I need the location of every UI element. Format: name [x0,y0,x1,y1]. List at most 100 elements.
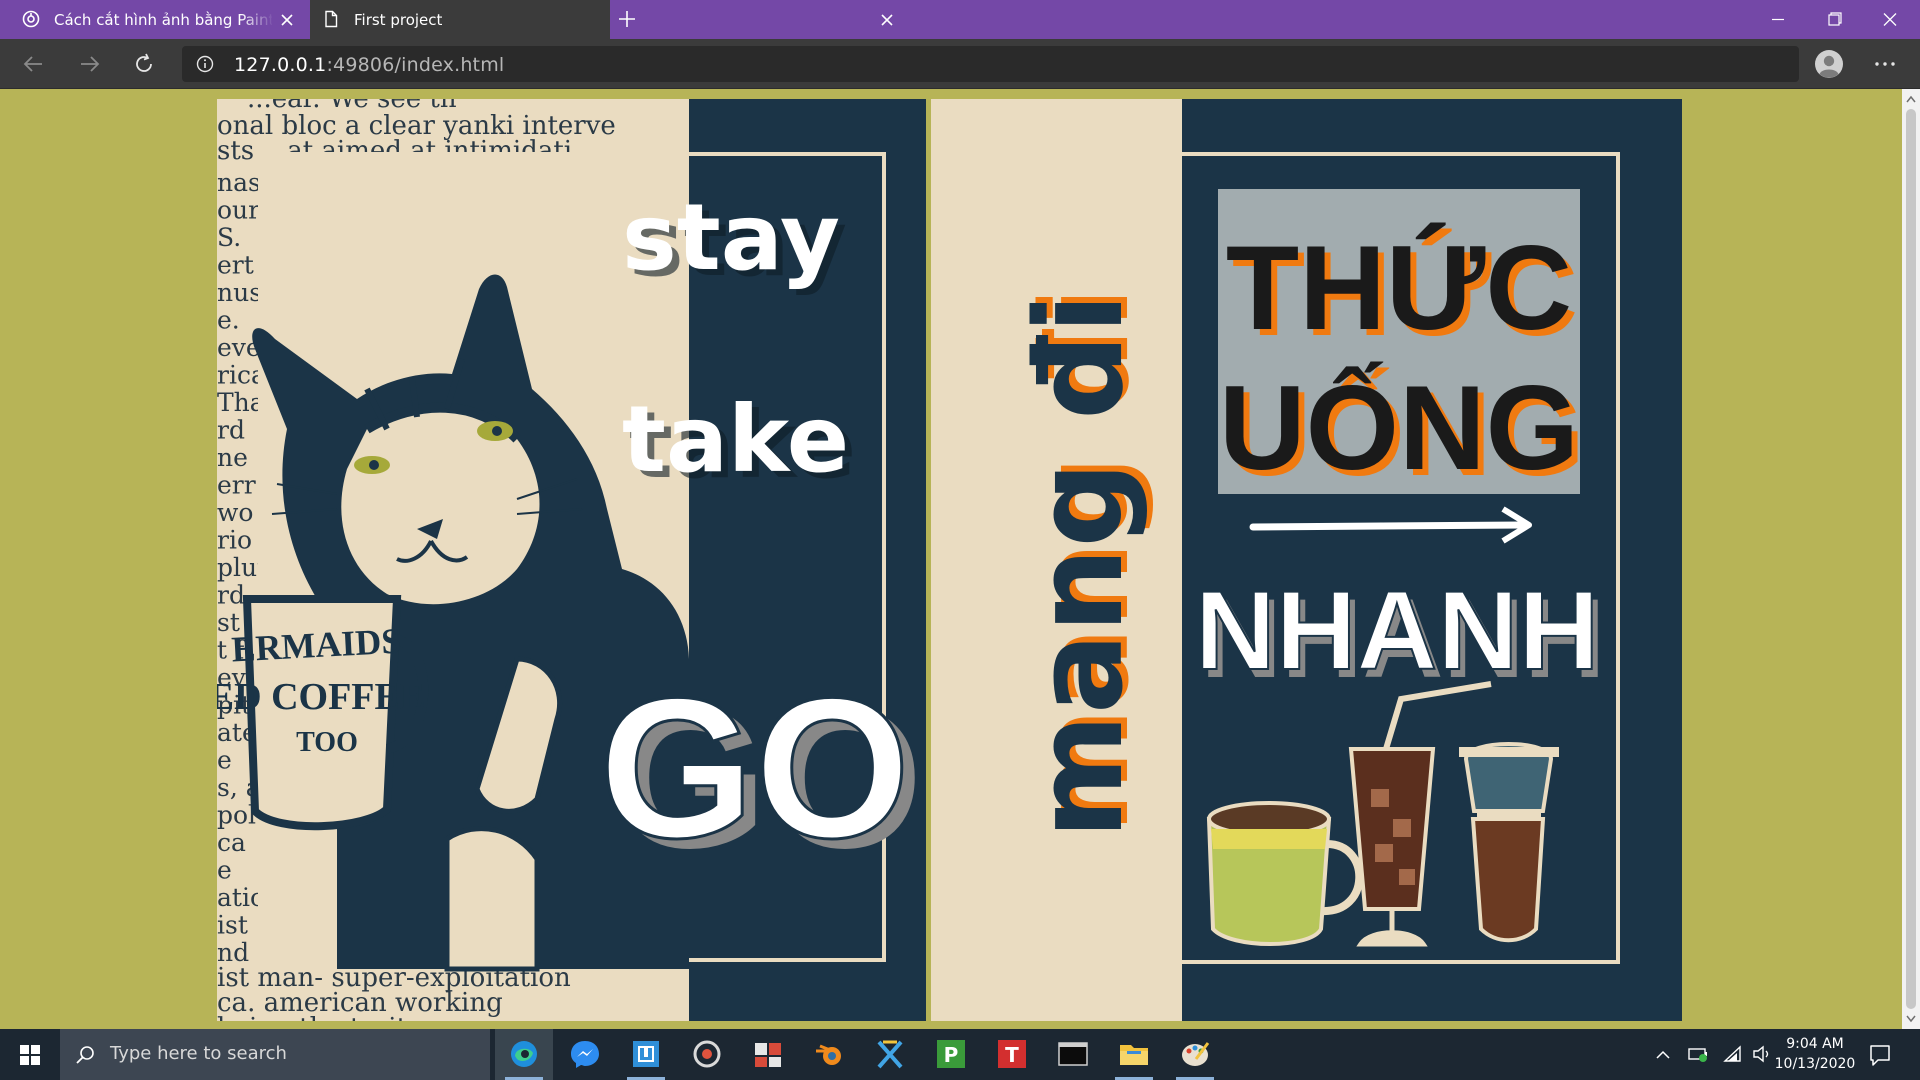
scrollbar-thumb[interactable] [1906,109,1916,1009]
tab-title: First project [354,10,443,29]
word-go: GO [599,657,910,880]
cross-app-icon [877,1040,903,1069]
svg-text:P: P [944,1043,959,1067]
messenger-icon [571,1041,599,1068]
terminal-icon [1058,1042,1088,1066]
newspaper-fragment: ert [217,251,254,280]
vertical-scrollbar[interactable] [1902,89,1920,1029]
window-close-icon[interactable] [1862,0,1918,39]
taskbar-app-messenger[interactable] [556,1029,614,1080]
taskbar-app-paint[interactable] [1166,1029,1224,1080]
browser-toolbar: 127.0.0.1:49806/index.html [0,39,1920,89]
url-host: 127.0.0.1 [234,54,327,76]
windows-taskbar: Type here to search P T 9:04 AM 10/13/20… [0,1029,1920,1080]
app-box-icon [633,1041,659,1067]
taskbar-search[interactable]: Type here to search [60,1029,490,1080]
newspaper-fragment: ist [217,911,248,940]
blender-icon [816,1044,841,1065]
close-tab-icon[interactable] [276,9,298,31]
new-tab-icon[interactable] [615,7,639,31]
media-disc-icon [693,1040,721,1068]
taskbar-app-edge[interactable] [495,1029,553,1080]
scroll-down-icon[interactable] [1906,1015,1916,1023]
taskbar-app-cross[interactable] [861,1029,919,1080]
newspaper-bottom-line: being the trait [217,1013,408,1021]
word-take: take [622,386,849,493]
taskbar-app-terminal[interactable] [1044,1029,1102,1080]
info-icon[interactable] [196,55,214,73]
subline-nhanh: NHANH [1195,568,1599,693]
poster-thuc-uong: mang đi mang đi THỨC THỨC UỐNG UỐNG NHAN… [931,99,1682,1021]
taskbar-app-office-tools[interactable] [739,1029,797,1080]
page-viewport: ...ear. We see th onal bloc a clear yank… [0,89,1920,1029]
back-arrow-icon[interactable] [21,51,47,77]
notification-center-icon[interactable] [1866,1041,1894,1069]
newspaper-fragment: e. [217,306,240,335]
clock-time: 9:04 AM [1786,1036,1844,1052]
file-explorer-icon [1120,1045,1148,1065]
headline-uong: UỐNG [1219,361,1579,495]
taskbar-app-box[interactable] [617,1029,675,1080]
tab-bar: Cách cắt hình ảnh bằng Paint - Cả First … [0,0,1920,39]
taskbar-app-blender[interactable] [800,1029,858,1080]
svg-text:T: T [1005,1043,1019,1067]
newspaper-fragment: rd [217,416,245,445]
tab-title-fade [240,8,274,32]
minimize-icon[interactable] [1750,0,1806,39]
taskbar-app-file-explorer[interactable] [1105,1029,1163,1080]
battery-icon[interactable] [1685,1043,1711,1065]
newspaper-fragment: S. [217,223,241,252]
newspaper-fragment: nus [217,278,262,307]
taskbar-app-media[interactable] [678,1029,736,1080]
newspaper-fragment: nas [217,168,261,197]
vertical-text-mang-di: mang đi [1011,293,1150,839]
close-tab-icon[interactable] [876,9,898,31]
mug-text: ED COFFEE [217,676,425,718]
headline: THỨC THỨC UỐNG UỐNG [1219,221,1585,501]
headline-thuc: THỨC [1226,221,1572,355]
newspaper-fragment: e [217,746,232,775]
mug-text: TOO [296,727,358,758]
newspaper-fragment: ca [217,828,246,857]
office-tools-icon [755,1043,781,1067]
newspaper-fragment: Tha [217,388,265,417]
wifi-icon[interactable] [1720,1043,1746,1065]
newspaper-fragment: e [217,856,232,885]
restore-icon[interactable] [1806,0,1862,39]
search-icon [76,1046,94,1064]
paint-icon [1182,1042,1210,1066]
taskbar-app-project[interactable]: P [922,1029,980,1080]
url-path: :49806/index.html [326,54,505,76]
search-placeholder: Type here to search [110,1043,287,1064]
system-clock[interactable]: 9:04 AM 10/13/2020 [1765,1034,1865,1074]
url-text[interactable]: 127.0.0.1:49806/index.html [234,54,504,76]
more-menu-icon[interactable] [1871,51,1899,77]
poster-stay-take-go: ...ear. We see th onal bloc a clear yank… [217,99,926,1021]
reload-icon[interactable] [131,51,157,77]
project-icon: P [937,1040,965,1068]
edge-icon [511,1041,537,1067]
vertical-text: mang đi mang đi [1011,287,1156,839]
t-app-icon: T [998,1040,1026,1068]
scroll-up-icon[interactable] [1906,95,1916,103]
taskbar-app-t[interactable]: T [983,1029,1041,1080]
newspaper-fragment: atic [217,883,264,912]
newspaper-fragment: rio [217,526,252,555]
newspaper-fragment: our [217,196,260,225]
clock-date: 10/13/2020 [1774,1056,1856,1072]
newspaper-fragment: rd [217,581,245,610]
forward-arrow-icon[interactable] [76,51,102,77]
windows-start-icon[interactable] [0,1029,60,1080]
address-bar[interactable]: 127.0.0.1:49806/index.html [182,46,1799,82]
document-icon [325,10,338,28]
newspaper-fragment: pol [217,801,256,830]
site-favicon-icon [22,10,40,28]
tab-cach-cat-hinh-anh[interactable]: Cách cắt hình ảnh bằng Paint - Cả [0,0,310,39]
word-stay: stay [622,184,840,291]
chevron-up-icon[interactable] [1650,1044,1676,1066]
profile-avatar-icon[interactable] [1814,49,1844,79]
newspaper-fragment: wo [217,498,253,527]
tab-first-project[interactable]: First project [310,0,893,39]
newspaper-fragment: err [217,471,256,500]
newspaper-fragment: ne [217,443,248,472]
